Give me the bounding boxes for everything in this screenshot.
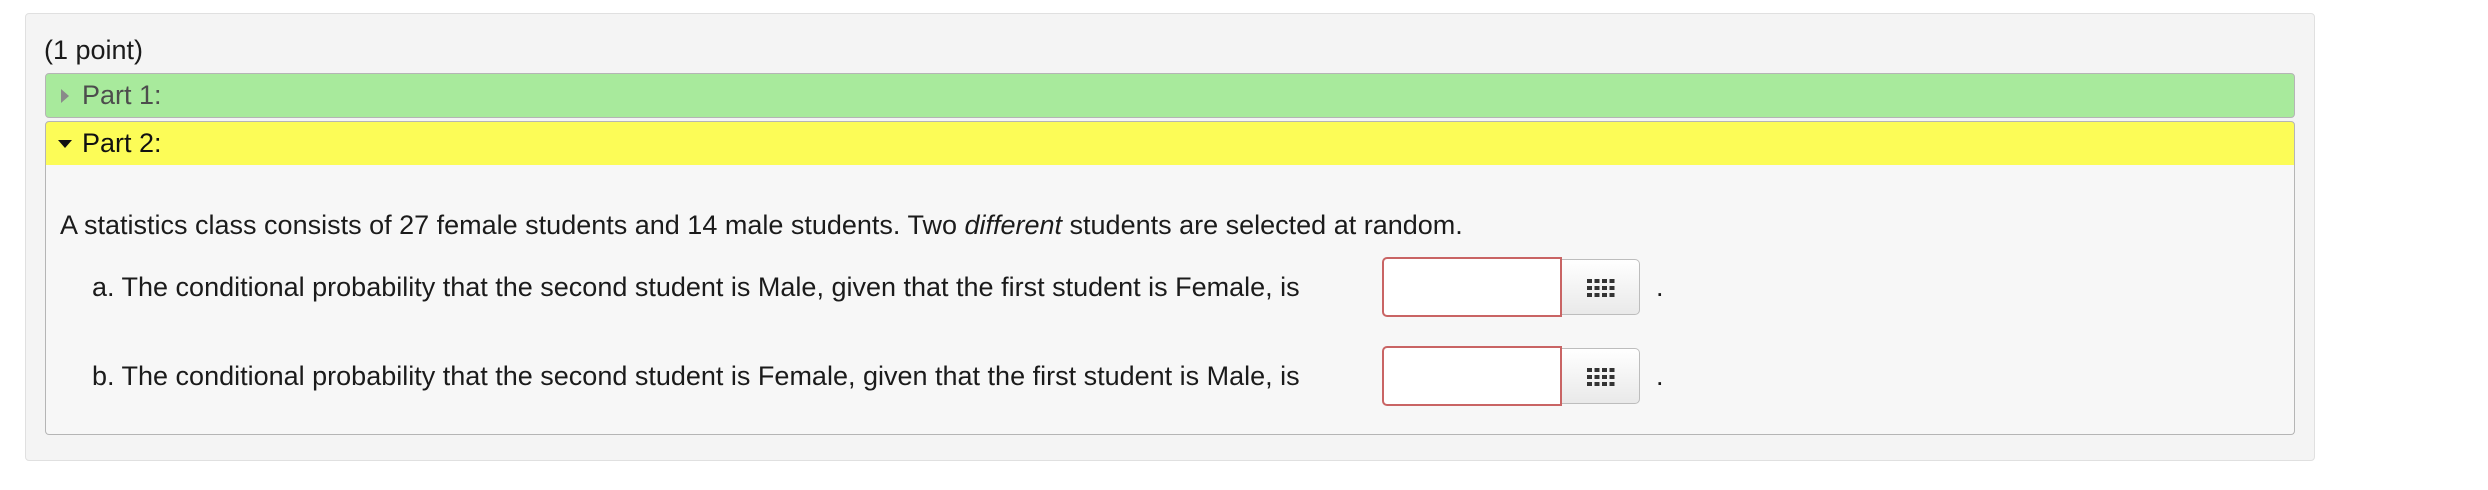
statement-text-end: students are selected at random. [1062,210,1463,240]
collapsed-arrow-icon [61,89,69,103]
expanded-arrow-icon [58,140,72,148]
question-b-text: b. The conditional probability that the … [92,361,1300,391]
part-1-header[interactable]: Part 1: [45,73,2295,118]
statement-emphasis: different [964,210,1063,240]
points-label: (1 point) [44,35,144,65]
question-a-text: a. The conditional probability that the … [92,272,1300,302]
answer-b-input[interactable] [1382,346,1562,406]
problem-statement: A statistics class consists of 27 female… [60,209,1463,241]
keypad-b-button[interactable] [1562,348,1640,404]
part-2-header[interactable]: Part 2: [45,121,2295,166]
part-2-body: A statistics class consists of 27 female… [45,165,2295,435]
question-a-period: . [1656,272,1664,302]
question-b-period: . [1656,361,1664,391]
answer-a-input[interactable] [1382,257,1562,317]
problem-container: (1 point) Part 1: Part 2: A statistics c… [25,13,2315,461]
part-1-label: Part 1: [82,80,162,110]
part-2-label: Part 2: [82,128,162,158]
keypad-grid-icon [1587,368,1615,386]
keypad-a-button[interactable] [1562,259,1640,315]
statement-text-start: A statistics class consists of 27 female… [60,210,965,240]
keypad-grid-icon [1587,279,1615,297]
